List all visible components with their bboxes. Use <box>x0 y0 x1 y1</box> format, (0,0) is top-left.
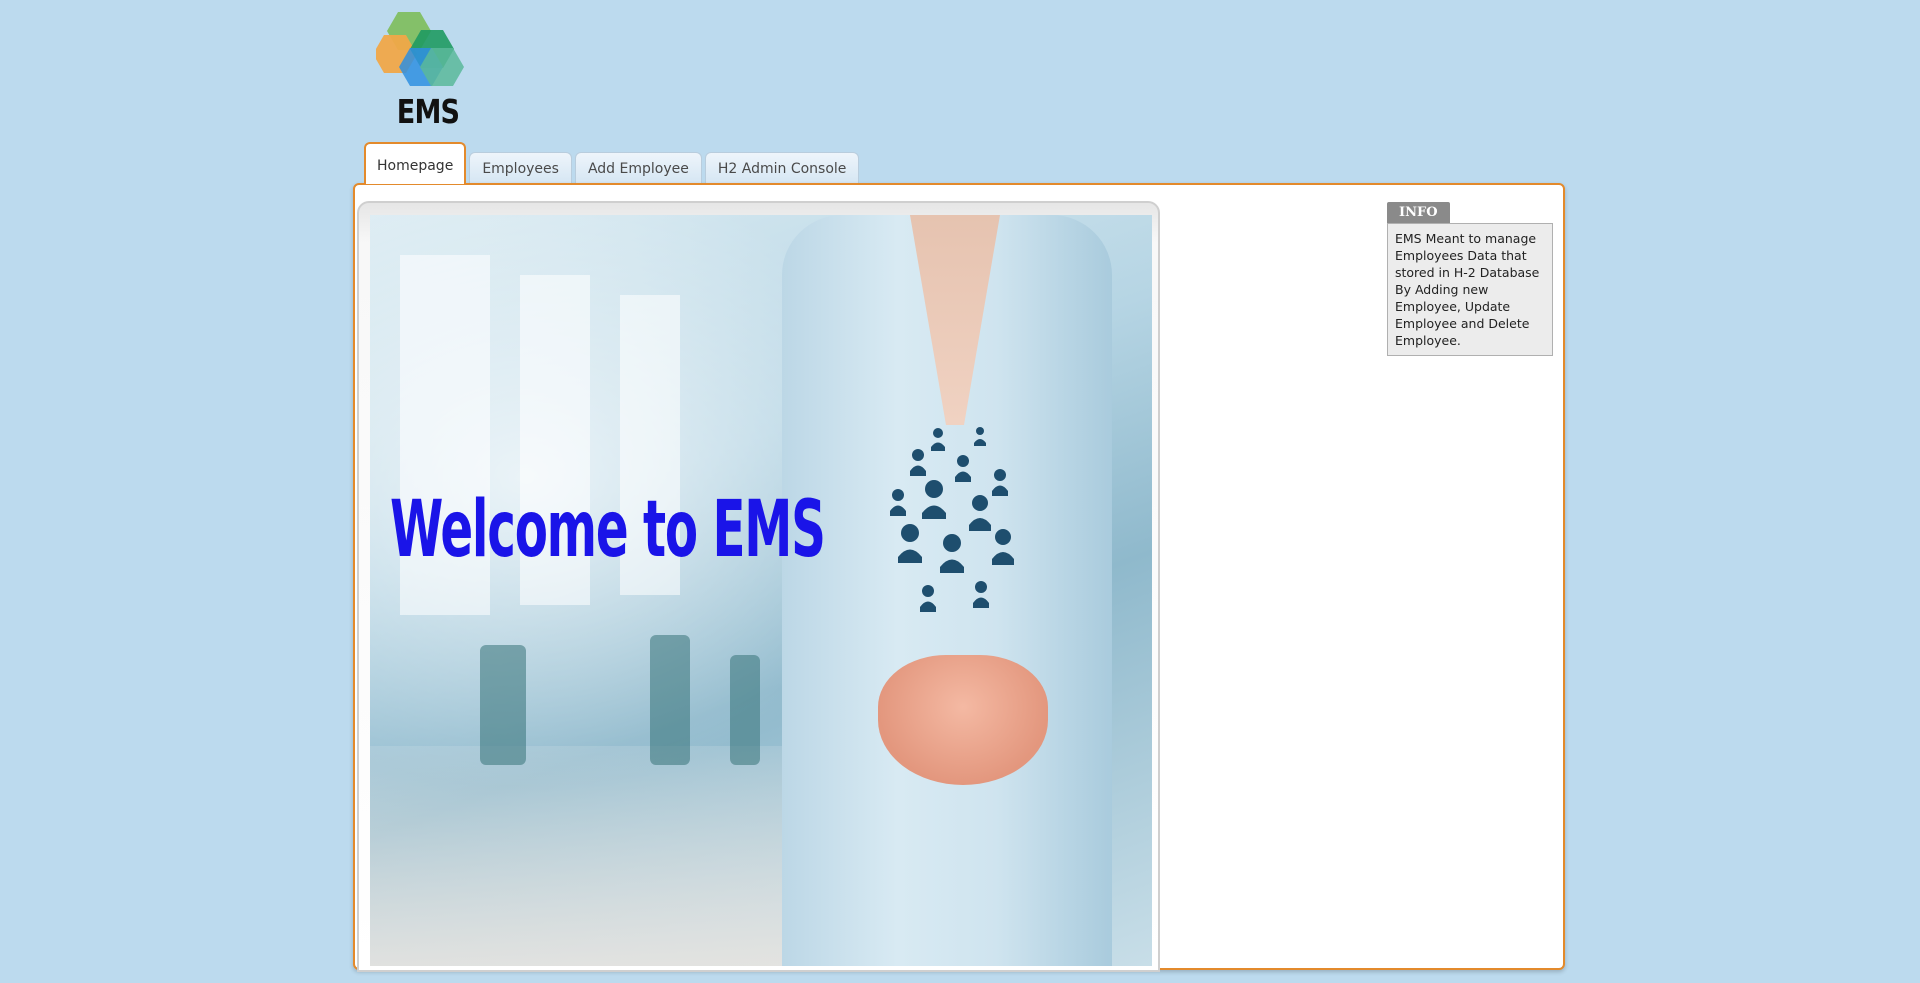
logo-text: EMS <box>396 92 460 131</box>
hero-image: Welcome to EMS <box>370 215 1152 966</box>
chair-decoration <box>650 635 690 765</box>
floor-decoration <box>370 746 790 966</box>
tab-add-employee[interactable]: Add Employee <box>574 152 702 184</box>
people-group-icon <box>890 427 1014 612</box>
chair-decoration <box>730 655 760 765</box>
info-title: INFO <box>1387 202 1450 223</box>
welcome-headline: Welcome to EMS <box>390 485 826 575</box>
tab-homepage[interactable]: Homepage <box>364 142 467 184</box>
tab-employees[interactable]: Employees <box>469 152 572 184</box>
app-root: EMS Homepage Employees Add Employee H2 A… <box>0 0 1920 983</box>
main-tabs: Homepage Employees Add Employee H2 Admin… <box>364 142 862 184</box>
ems-logo[interactable]: EMS <box>376 10 480 131</box>
hexagon-cluster-logo-icon <box>376 12 464 86</box>
tab-h2-admin-console[interactable]: H2 Admin Console <box>704 152 860 184</box>
chair-decoration <box>480 645 526 765</box>
info-body: EMS Meant to manage Employees Data that … <box>1387 223 1553 356</box>
info-box: INFO EMS Meant to manage Employees Data … <box>1387 201 1553 356</box>
content-panel: Welcome to EMS INFO EMS Meant to manage … <box>353 183 1565 972</box>
cupped-hands <box>878 655 1048 785</box>
